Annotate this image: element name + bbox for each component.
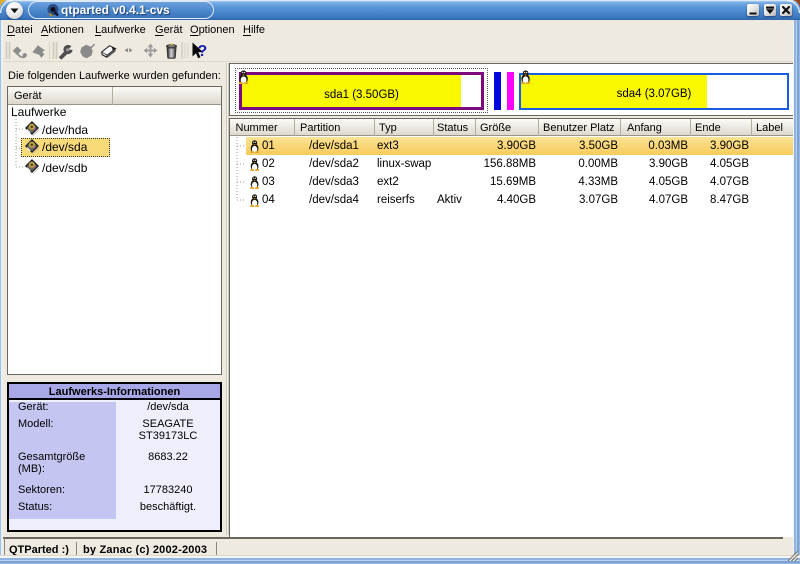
svg-text:?: ? (198, 43, 208, 60)
